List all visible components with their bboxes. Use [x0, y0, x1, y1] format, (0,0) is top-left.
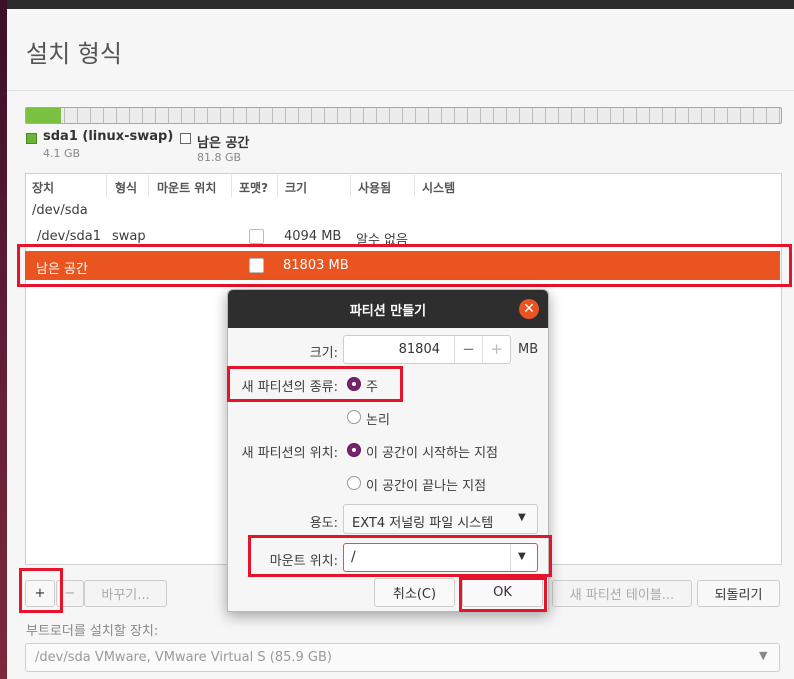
legend-swatch-swap: [26, 133, 37, 144]
row-sda1-device[interactable]: /dev/sda1: [37, 229, 101, 244]
size-spinbox[interactable]: 81804 − +: [343, 335, 511, 364]
col-separator: [277, 175, 278, 197]
row-sda1-type: swap: [112, 229, 146, 244]
increase-button[interactable]: +: [483, 340, 510, 358]
location-label: 새 파티션의 위치:: [241, 446, 338, 461]
row-sda1-format-checkbox[interactable]: [249, 229, 264, 244]
legend-size-free: 81.8 GB: [197, 151, 242, 164]
decrease-button[interactable]: −: [455, 340, 482, 358]
bootloader-value: /dev/sda VMware, VMware Virtual S (85.9 …: [35, 650, 332, 665]
highlight-box-type: [227, 366, 403, 402]
col-header-size[interactable]: 크기: [285, 179, 307, 196]
bootloader-select[interactable]: /dev/sda VMware, VMware Virtual S (85.9 …: [25, 643, 780, 672]
partition-bar: [25, 107, 782, 124]
col-separator: [350, 175, 351, 197]
radio-location-start-label[interactable]: 이 공간이 시작하는 지점: [366, 442, 498, 461]
use-label: 용도:: [309, 516, 338, 531]
page-title: 설치 형식: [26, 40, 122, 68]
highlight-box-ok: [459, 577, 547, 612]
radio-logical-label[interactable]: 논리: [366, 409, 390, 428]
legend-name-free: 남은 공간: [197, 136, 250, 151]
legend-swatch-free: [180, 133, 191, 144]
highlight-box-free-row: [17, 244, 792, 287]
chevron-down-icon: ▼: [518, 512, 526, 523]
desktop-background: [0, 0, 7, 679]
size-unit: MB: [518, 342, 539, 357]
partition-bar-swap-segment: [26, 108, 61, 123]
legend-size-swap: 4.1 GB: [43, 147, 81, 160]
table-row-disk[interactable]: /dev/sda: [32, 203, 88, 218]
row-sda1-size: 4094 MB: [284, 229, 342, 244]
revert-button[interactable]: 되돌리기: [697, 580, 780, 607]
radio-logical[interactable]: [347, 410, 361, 424]
use-select[interactable]: EXT4 저널링 파일 시스템 ▼: [343, 504, 538, 534]
top-bar: [0, 0, 794, 9]
col-separator: [231, 175, 232, 197]
radio-location-end-label[interactable]: 이 공간이 끝나는 지점: [366, 475, 486, 494]
change-partition-button[interactable]: 바꾸기...: [84, 580, 167, 607]
new-partition-table-button[interactable]: 새 파티션 테이블...: [552, 580, 692, 607]
chevron-down-icon: ▼: [759, 649, 768, 662]
col-header-system[interactable]: 시스템: [422, 179, 455, 196]
dialog-title: 파티션 만들기: [349, 304, 427, 319]
col-header-format[interactable]: 포맷?: [239, 179, 268, 196]
legend-name-swap: sda1 (linux-swap): [43, 129, 174, 144]
highlight-box-add: [19, 568, 63, 613]
use-select-value: EXT4 저널링 파일 시스템: [352, 516, 494, 531]
bootloader-label: 부트로더를 설치할 장치:: [26, 624, 159, 639]
col-separator: [106, 175, 107, 197]
highlight-box-mount: [248, 535, 552, 577]
col-header-mount[interactable]: 마운트 위치: [157, 179, 216, 196]
cancel-button[interactable]: 취소(C): [374, 578, 455, 607]
close-icon[interactable]: ✕: [519, 299, 539, 319]
radio-location-start[interactable]: [347, 443, 361, 457]
divider: [7, 90, 794, 91]
size-input[interactable]: 81804: [344, 342, 440, 357]
col-separator: [148, 175, 149, 197]
size-label: 크기:: [309, 346, 338, 361]
col-header-used[interactable]: 사용됨: [358, 179, 391, 196]
col-separator: [414, 175, 415, 197]
col-header-device[interactable]: 장치: [32, 179, 54, 196]
col-header-type[interactable]: 형식: [115, 179, 137, 196]
radio-location-end[interactable]: [347, 476, 361, 490]
